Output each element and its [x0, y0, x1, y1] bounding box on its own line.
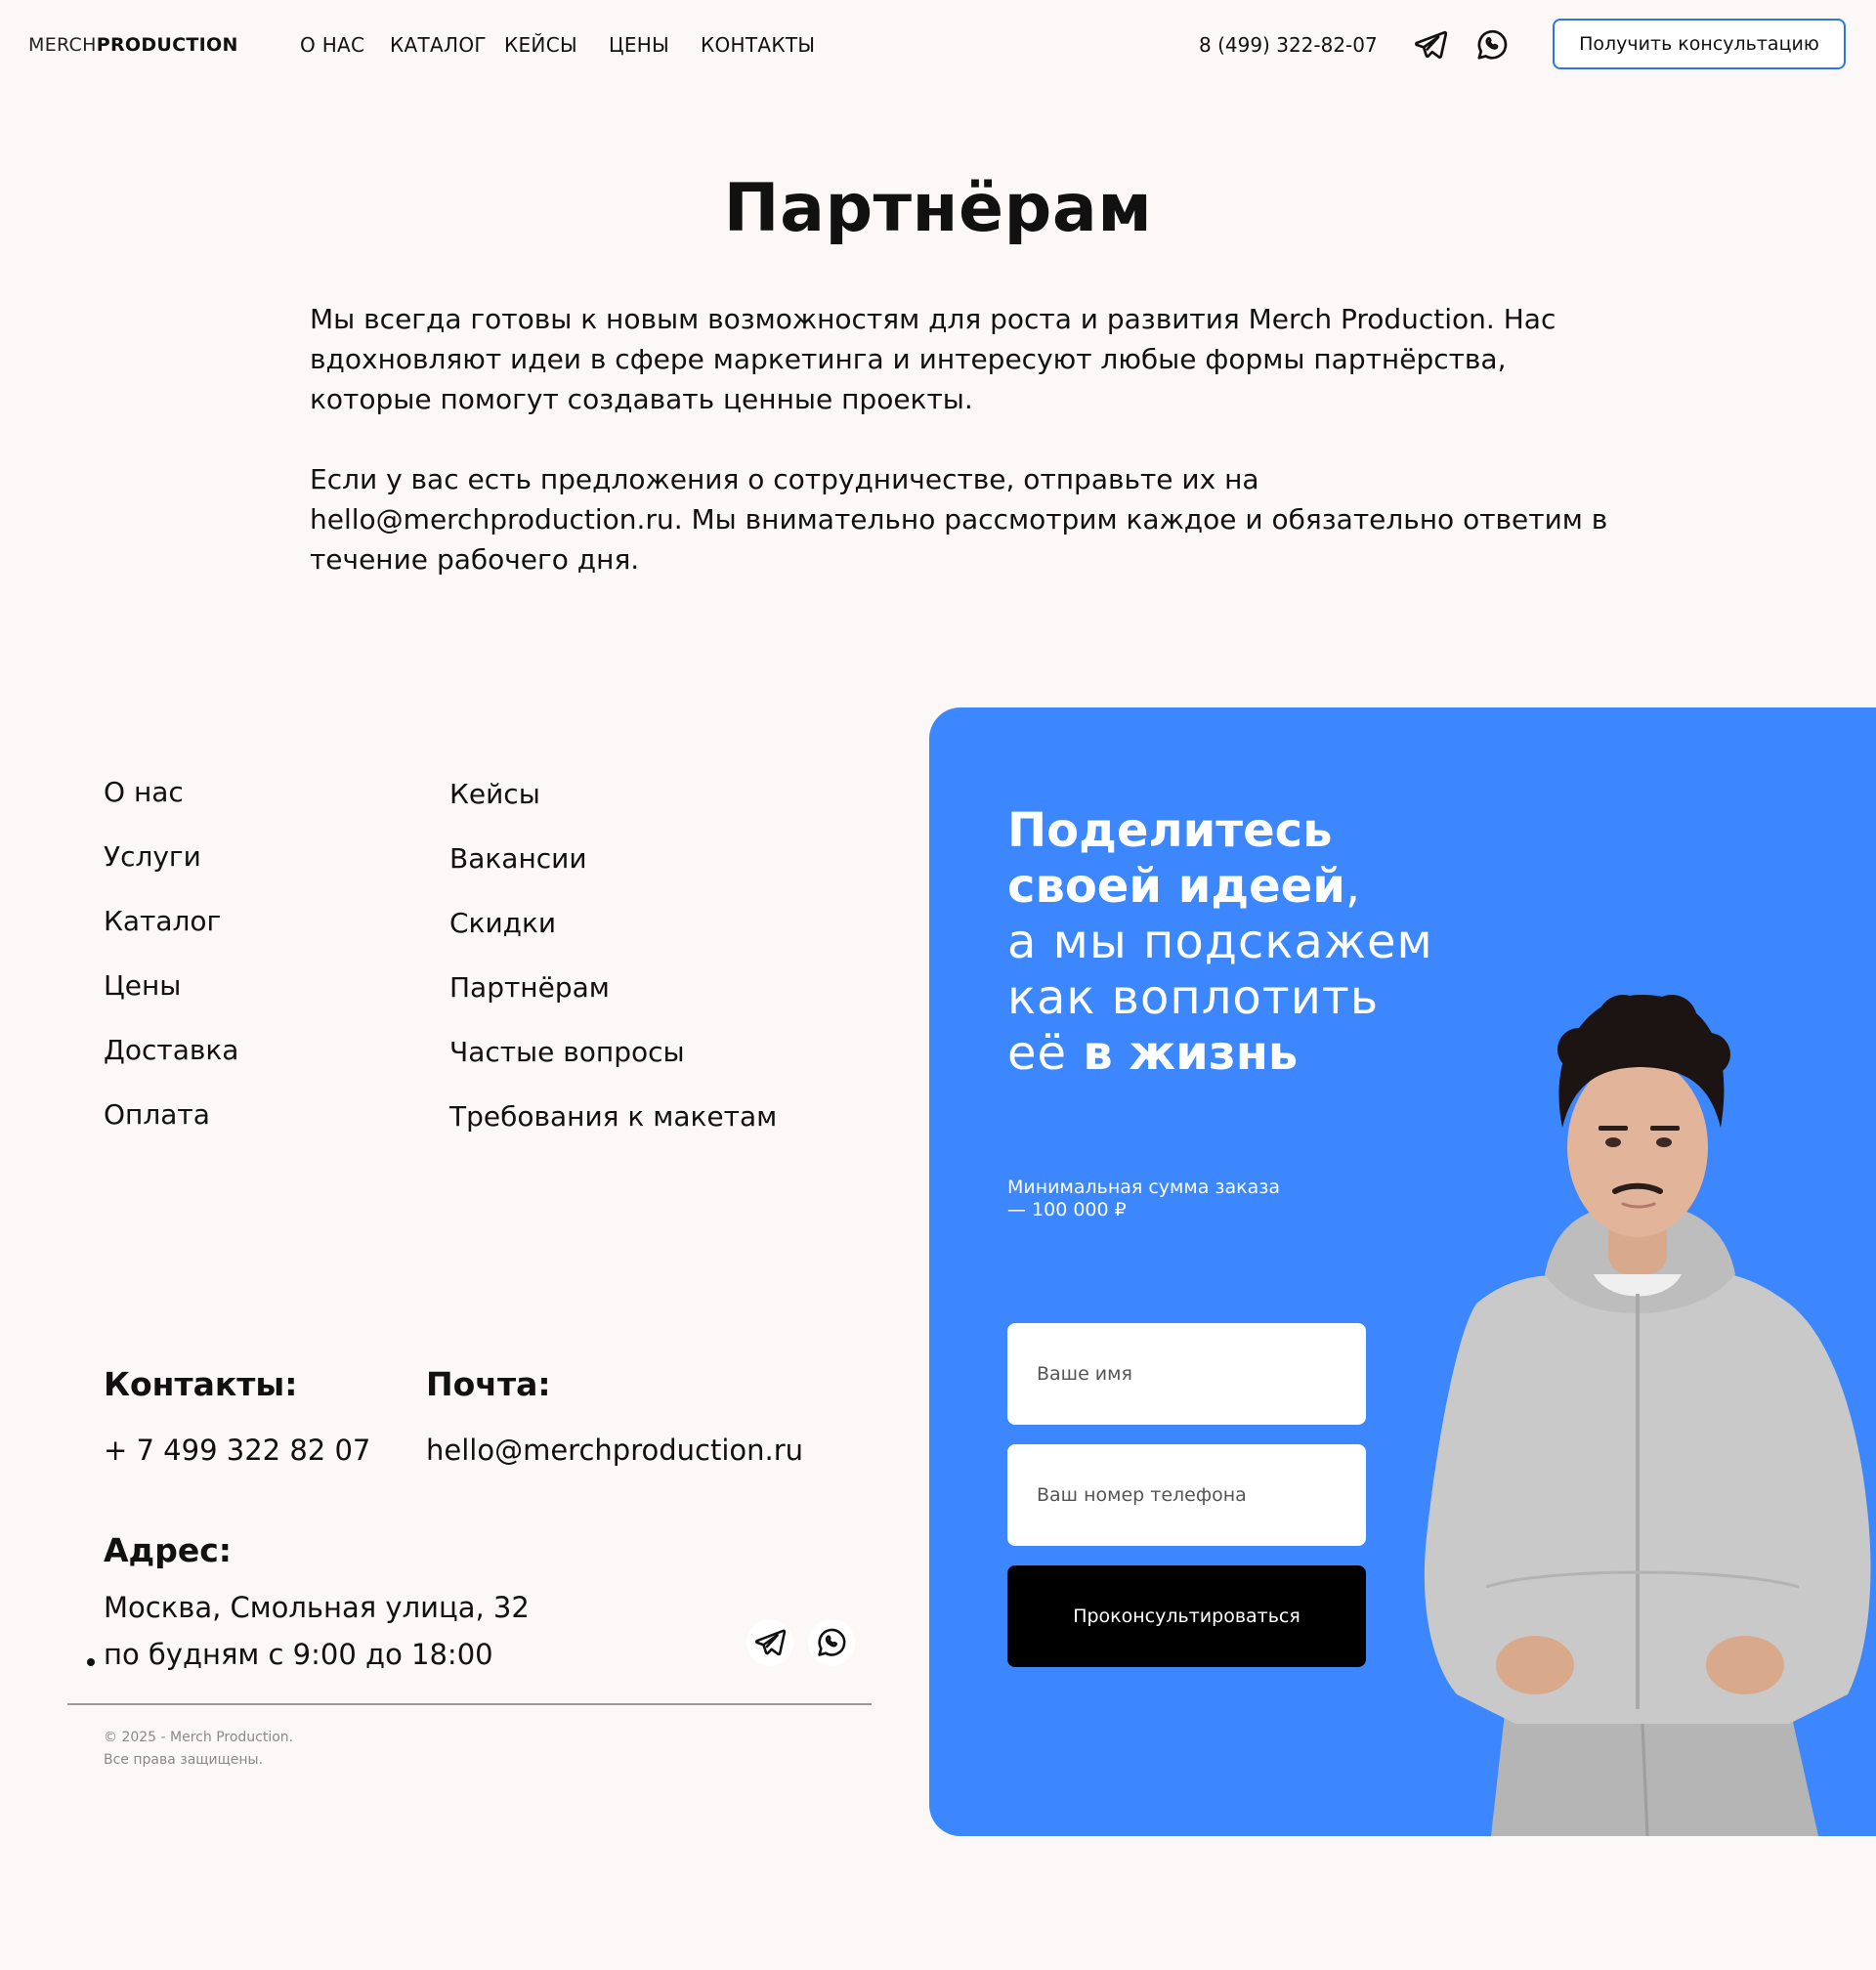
footer-link-services[interactable]: Услуги [104, 839, 201, 875]
nav-contacts[interactable]: КОНТАКТЫ [701, 33, 815, 57]
telegram-icon[interactable] [1413, 27, 1448, 63]
logo-bold: PRODUCTION [96, 34, 238, 56]
copyright: © 2025 - Merch Production. Все права защ… [104, 1727, 293, 1772]
nav-cases[interactable]: КЕЙСЫ [504, 33, 577, 57]
headline-line-2: своей идеей [1007, 859, 1345, 914]
footer-link-about[interactable]: О нас [104, 775, 184, 810]
person-photo [1424, 994, 1871, 1836]
nav-about[interactable]: О НАС [300, 33, 364, 57]
consultation-card: Поделитесь своей идеей, а мы подскажем к… [929, 707, 1876, 1836]
footer-link-discounts[interactable]: Скидки [449, 906, 556, 941]
phone-input[interactable] [1007, 1444, 1366, 1546]
intro-paragraph-2: Если у вас есть предложения о сотрудниче… [310, 463, 1608, 576]
footer-link-partners[interactable]: Партнёрам [449, 970, 610, 1006]
headline-line-5b: в жизнь [1083, 1026, 1299, 1081]
mail-title: Почта: [426, 1365, 551, 1403]
get-consultation-button[interactable]: Получить консультацию [1553, 19, 1846, 69]
whatsapp-icon[interactable] [1474, 27, 1510, 63]
contacts-title: Контакты: [104, 1365, 298, 1403]
headline-comma: , [1344, 859, 1362, 914]
working-hours: по будням с 9:00 до 18:00 [104, 1638, 493, 1671]
nav-prices[interactable]: ЦЕНЫ [609, 33, 669, 57]
footer-link-prices[interactable]: Цены [104, 968, 181, 1004]
footer-link-cases[interactable]: Кейсы [449, 777, 540, 812]
logo-light: MERCH [28, 34, 97, 56]
footer-link-faq[interactable]: Частые вопросы [449, 1035, 685, 1070]
footer-link-payment[interactable]: Оплата [104, 1097, 210, 1133]
hours-bullet [87, 1658, 95, 1666]
intro-paragraph-1: Мы всегда готовы к новым возможностям дл… [310, 303, 1556, 415]
footer-link-catalog[interactable]: Каталог [104, 904, 221, 939]
page-title: Партнёрам [723, 170, 1153, 247]
footer-divider [67, 1703, 872, 1705]
footer-telegram-icon[interactable] [746, 1619, 793, 1666]
min-order-note: Минимальная сумма заказа — 100 000 ₽ [1007, 1177, 1281, 1221]
footer-link-delivery[interactable]: Доставка [104, 1033, 238, 1068]
mail-value[interactable]: hello@merchproduction.ru [426, 1433, 803, 1468]
logo[interactable]: MERCHPRODUCTION [28, 33, 238, 57]
name-input[interactable] [1007, 1323, 1366, 1425]
address-title: Адрес: [104, 1531, 232, 1569]
copyright-line-1: © 2025 - Merch Production. [104, 1730, 294, 1745]
footer-link-requirements[interactable]: Требования к макетам [449, 1099, 777, 1135]
copyright-line-2: Все права защищены. [104, 1752, 264, 1768]
site-header: MERCHPRODUCTION О НАС КАТАЛОГ КЕЙСЫ ЦЕНЫ… [0, 0, 1876, 90]
header-phone[interactable]: 8 (499) 322-82-07 [1199, 33, 1378, 57]
partners-intro: Мы всегда готовы к новым возможностям дл… [310, 299, 1609, 620]
address-value: Москва, Смольная улица, 32 [104, 1591, 530, 1624]
headline-line-5a: её [1007, 1026, 1084, 1081]
nav-catalog[interactable]: КАТАЛОГ [390, 33, 487, 57]
footer-link-vacancies[interactable]: Вакансии [449, 841, 587, 877]
headline-line-3: а мы подскажем [1007, 915, 1433, 969]
footer-whatsapp-icon[interactable] [808, 1619, 855, 1666]
consult-submit-button[interactable]: Проконсультироваться [1007, 1565, 1366, 1667]
contacts-phone[interactable]: + 7 499 322 82 07 [104, 1433, 370, 1468]
headline-line-1: Поделитесь [1007, 803, 1333, 858]
